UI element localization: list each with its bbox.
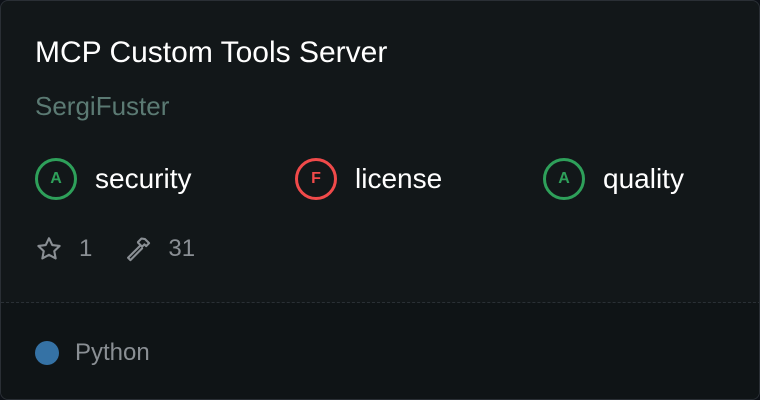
author-name[interactable]: SergiFuster (35, 88, 169, 124)
stats-row: 1 31 (35, 233, 195, 265)
tools-count: 31 (168, 235, 196, 262)
security-badge: A security (35, 156, 191, 202)
license-badge: F license (295, 156, 442, 202)
star-icon (37, 237, 61, 260)
server-card[interactable]: MCP Custom Tools Server SergiFuster A se… (0, 0, 760, 400)
quality-label: quality (603, 163, 684, 194)
hammer-icon (127, 237, 151, 262)
security-label: security (95, 163, 192, 194)
language-tag: Python (35, 339, 150, 367)
language-label: Python (75, 339, 150, 366)
security-grade: A (35, 158, 77, 200)
stars-count: 1 (79, 235, 93, 262)
score-badges: A security F license A quality (1, 156, 759, 202)
stars-stat: 1 (35, 235, 92, 263)
quality-badge: A quality (543, 156, 684, 202)
server-title[interactable]: MCP Custom Tools Server (35, 33, 387, 73)
quality-grade: A (543, 158, 585, 200)
language-color-dot (35, 341, 59, 365)
license-label: license (355, 163, 443, 194)
tools-stat: 31 (124, 235, 195, 263)
card-footer: Python (1, 303, 759, 399)
license-grade: F (295, 158, 337, 200)
